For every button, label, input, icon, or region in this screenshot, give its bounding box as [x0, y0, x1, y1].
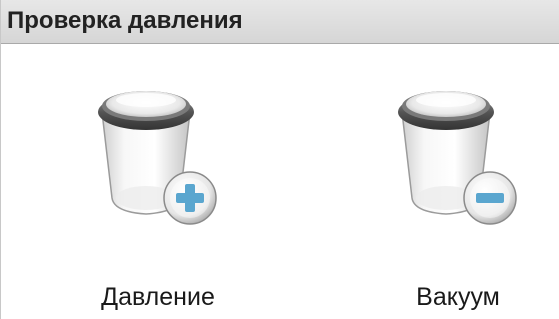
panel-header: Проверка давления	[1, 0, 559, 44]
cup-minus-icon	[398, 91, 517, 225]
cup-plus-icon	[98, 91, 217, 225]
vacuum-button[interactable]: Вакуум	[358, 60, 558, 315]
pressure-check-panel: Проверка давления Давление Вакуум	[0, 0, 559, 319]
panel-title: Проверка давления	[7, 7, 243, 34]
pressure-button[interactable]: Давление	[58, 60, 258, 315]
pressure-label: Давление	[101, 283, 215, 311]
vacuum-label: Вакуум	[416, 283, 500, 311]
